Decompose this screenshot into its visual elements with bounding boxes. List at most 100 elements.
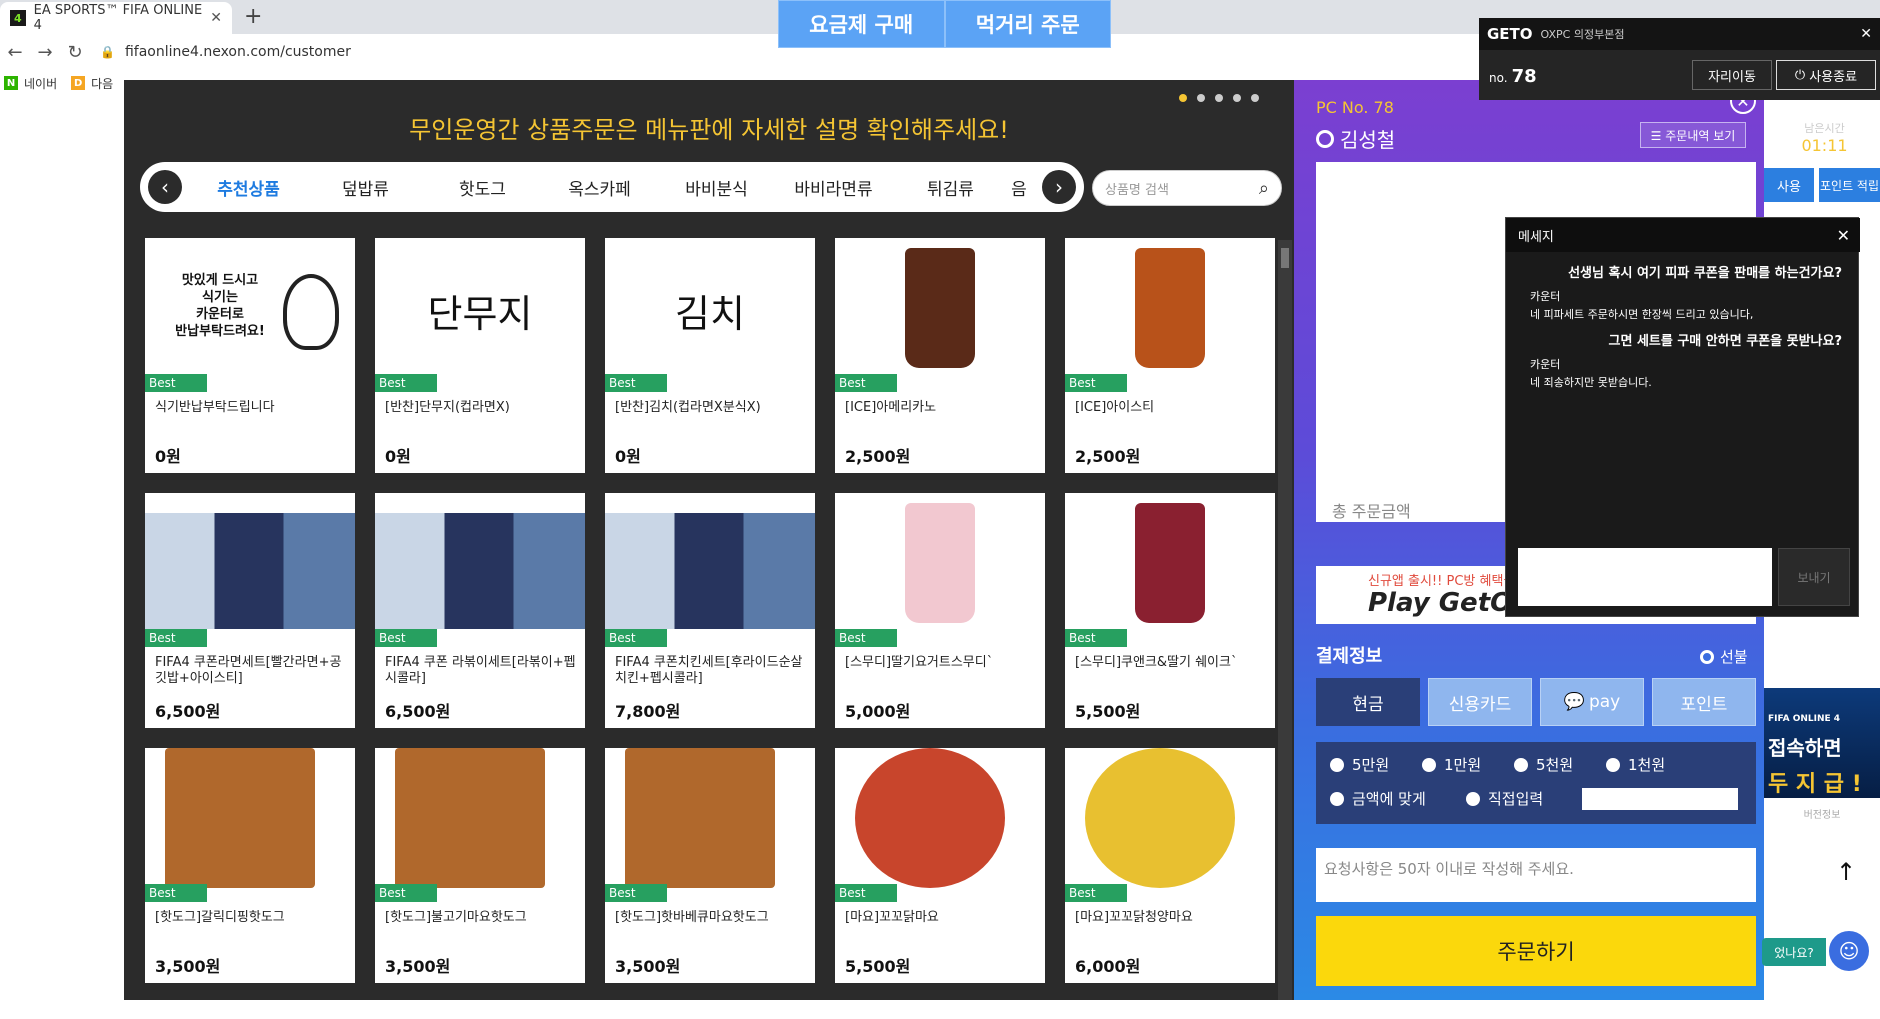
product-image: 맛있게 드시고 식기는 카운터로 반납부탁드려요! (145, 238, 355, 383)
amount-option[interactable]: 1천원 (1606, 754, 1665, 775)
product-card[interactable]: Best FIFA4 쿠폰치킨세트[후라이드순살치킨+펩시콜라] 7,800원 (605, 493, 815, 728)
product-image-text: 김치 (675, 292, 745, 336)
product-card[interactable]: 맛있게 드시고 식기는 카운터로 반납부탁드려요! Best 식기반납부탁드립니다 0… (145, 238, 355, 473)
product-card[interactable]: Best [스무디]쿠앤크&딸기 쉐이크` 5,500원 (1065, 493, 1275, 728)
direct-amount-input[interactable] (1582, 788, 1738, 810)
product-image (375, 748, 585, 893)
support-icon[interactable]: ☺ (1826, 928, 1872, 974)
amount-option[interactable]: 직접입력 (1466, 788, 1543, 809)
total-label: 총 주문금액 (1332, 502, 1411, 521)
geto-statusbar: no. 78 자리이동 ⏻ 사용종료 (1479, 50, 1880, 100)
banner-pager[interactable] (1179, 94, 1259, 102)
reload-icon[interactable]: ↻ (60, 42, 90, 63)
seat-number: no. 78 (1489, 66, 1537, 87)
prepaid-radio[interactable]: 선불 (1700, 646, 1748, 667)
daum-icon: D (71, 76, 86, 90)
product-card[interactable]: Best [ICE]아메리카노 2,500원 (835, 238, 1045, 473)
category-tab[interactable]: 추천상품 (190, 175, 307, 200)
product-card[interactable]: Best [핫도그]핫바베큐마요핫도그 3,500원 (605, 748, 815, 983)
product-card[interactable]: Best [스무디]딸기요거트스무디` 5,000원 (835, 493, 1045, 728)
lock-icon: 🔒 (100, 45, 115, 59)
bookmark-naver[interactable]: N 네이버 (4, 75, 57, 92)
best-badge: Best (835, 374, 897, 392)
close-icon[interactable]: ✕ (1860, 26, 1872, 42)
forward-icon[interactable]: → (30, 42, 60, 63)
close-tab-icon[interactable]: ✕ (210, 10, 222, 26)
amount-option[interactable]: 금액에 맞게 (1330, 788, 1426, 809)
browser-tab[interactable]: 4 EA SPORTS™ FIFA ONLINE 4 ✕ (0, 2, 232, 34)
url-field[interactable]: 🔒 fifaonline4.nexon.com/customer (100, 44, 351, 60)
product-card[interactable]: Best FIFA4 쿠폰라면세트[빨간라면+공깃밥+아이스티] 6,500원 (145, 493, 355, 728)
product-card[interactable]: Best [마요]꼬꼬닭마요 5,500원 (835, 748, 1045, 983)
product-search[interactable]: 상품명 검색 ⌕ (1092, 170, 1282, 206)
fifa-promo-banner[interactable]: FIFA ONLINE 4 접속하면 두 지 급 ! (1764, 688, 1880, 798)
pager-dot[interactable] (1233, 94, 1241, 102)
pager-dot[interactable] (1179, 94, 1187, 102)
category-prev-icon[interactable]: ‹ (148, 170, 182, 204)
product-scrollbar[interactable] (1278, 240, 1292, 1000)
product-name: 식기반납부탁드립니다 (155, 400, 275, 415)
category-tab[interactable]: 옥스카페 (541, 175, 658, 200)
product-card[interactable]: Best FIFA4 쿠폰 라볶이세트[라볶이+펩시콜라] 6,500원 (375, 493, 585, 728)
pay-card-tab[interactable]: 신용카드 (1428, 678, 1532, 726)
remain-label: 남은시간 (1804, 122, 1845, 135)
pager-dot[interactable] (1251, 94, 1259, 102)
end-session-button[interactable]: ⏻ 사용종료 (1776, 60, 1876, 90)
category-tab[interactable]: 덮밥류 (307, 175, 424, 200)
back-icon[interactable]: ← (0, 42, 30, 63)
category-tab[interactable]: 핫도그 (424, 175, 541, 200)
scroll-top-icon[interactable]: ↑ (1836, 858, 1856, 886)
pay-kakao-tab[interactable]: 💬 pay (1540, 678, 1644, 726)
pay-cash-tab[interactable]: 현금 (1316, 678, 1420, 726)
user-name: 김성철 (1316, 124, 1395, 153)
send-button[interactable]: 보내기 (1778, 548, 1850, 606)
use-button[interactable]: 사용 (1764, 168, 1814, 202)
product-card[interactable]: Best [ICE]아이스티 2,500원 (1065, 238, 1275, 473)
product-name: [핫도그]핫바베큐마요핫도그 (615, 910, 769, 925)
product-image (835, 493, 1045, 638)
pc-number: PC No. 78 (1316, 98, 1394, 117)
category-tab[interactable]: 바비라면류 (775, 175, 892, 200)
payment-title: 결제정보 (1316, 646, 1383, 667)
pager-dot[interactable] (1215, 94, 1223, 102)
product-card[interactable]: Best [마요]꼬꼬닭청양마요 6,000원 (1065, 748, 1275, 983)
pager-dot[interactable] (1197, 94, 1205, 102)
product-card[interactable]: 김치 Best [반찬]김치(컵라면X분식X) 0원 (605, 238, 815, 473)
best-badge: Best (145, 374, 207, 392)
new-tab-icon[interactable]: + (244, 4, 262, 29)
order-button[interactable]: 주문하기 (1316, 916, 1756, 986)
product-image-text: 맛있게 드시고 식기는 카운터로 반납부탁드려요! (175, 273, 265, 339)
switch-seat-button[interactable]: 자리이동 (1692, 60, 1772, 90)
register-id-label[interactable]: 매장 아이디등록(APP) (1769, 104, 1880, 120)
best-badge: Best (605, 884, 667, 902)
search-icon[interactable]: ⌕ (1259, 178, 1269, 199)
amount-option[interactable]: 5만원 (1330, 754, 1389, 775)
category-tab[interactable]: 바비분식 (658, 175, 775, 200)
help-label[interactable]: 었나요? (1762, 938, 1826, 966)
request-input[interactable]: 요청사항은 50자 이내로 작성해 주세요. (1316, 848, 1756, 902)
close-icon[interactable]: ✕ (1837, 226, 1850, 245)
category-next-icon[interactable]: › (1042, 170, 1076, 204)
product-photo (905, 503, 975, 623)
amount-option[interactable]: 5천원 (1514, 754, 1573, 775)
bookmark-daum[interactable]: D 다음 (71, 75, 113, 92)
user-message: 그면 세트를 구매 안하면 쿠폰을 못받나요? (1608, 334, 1843, 349)
message-input[interactable] (1518, 548, 1772, 606)
product-name: [반찬]김치(컵라면X분식X) (615, 400, 761, 415)
best-badge: Best (835, 884, 897, 902)
version-info[interactable]: 버전정보 (1764, 806, 1880, 821)
pay-point-tab[interactable]: 포인트 (1652, 678, 1756, 726)
product-image (605, 748, 815, 893)
category-tab[interactable]: 튀김류 (892, 175, 1009, 200)
category-tab[interactable]: 음 (1009, 175, 1029, 200)
product-card[interactable]: 단무지 Best [반찬]단무지(컵라면X) 0원 (375, 238, 585, 473)
product-name: [핫도그]갈릭디핑핫도그 (155, 910, 285, 925)
product-card[interactable]: Best [핫도그]불고기마요핫도그 3,500원 (375, 748, 585, 983)
amount-option[interactable]: 1만원 (1422, 754, 1481, 775)
order-history-button[interactable]: ☰ 주문내역 보기 (1640, 122, 1746, 148)
product-photo (625, 748, 775, 888)
point-button[interactable]: 포인트 적립 (1819, 168, 1880, 202)
product-card[interactable]: Best [핫도그]갈릭디핑핫도그 3,500원 (145, 748, 355, 983)
food-order-button[interactable]: 먹거리 주문 (944, 0, 1111, 48)
buy-plan-button[interactable]: 요금제 구매 (778, 0, 945, 48)
